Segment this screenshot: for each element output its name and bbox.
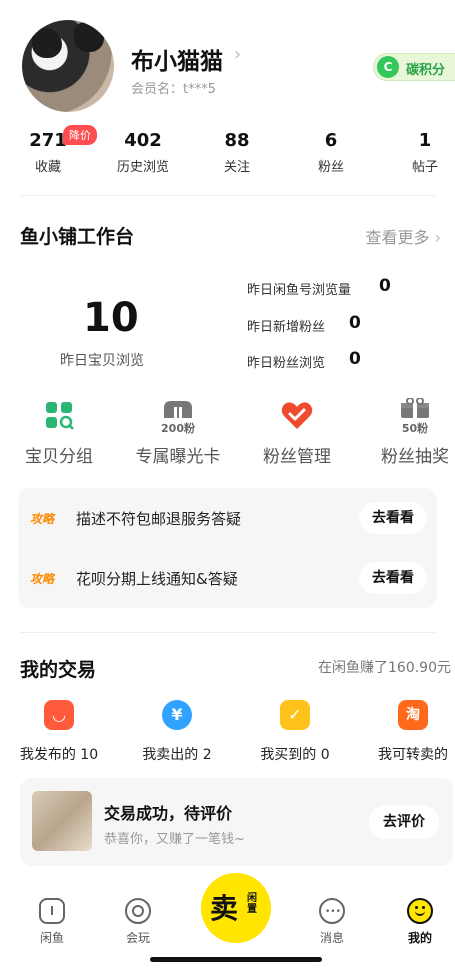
- tip-view-button[interactable]: 去看看: [359, 562, 427, 594]
- metric-value: 0: [349, 349, 361, 369]
- grid-search-icon: [4, 398, 114, 432]
- play-icon: [125, 898, 151, 924]
- metric-value: 0: [349, 313, 361, 333]
- stat-value: 88: [224, 130, 250, 151]
- divider: [20, 632, 435, 633]
- exposure-card-icon: 200粉: [123, 398, 233, 435]
- tool-tag: 50粉: [401, 422, 429, 435]
- tab-label: 消息: [319, 931, 344, 945]
- stat-label: 帖子: [411, 160, 438, 175]
- chevron-right-icon: ›: [434, 228, 441, 247]
- message-icon: •••: [319, 898, 345, 924]
- tool-item-exposure-card[interactable]: 200粉 专属曝光卡: [123, 398, 233, 467]
- stat-label: 粉丝: [317, 160, 344, 175]
- member-name: 会员名：t***5: [131, 82, 216, 97]
- me-icon: [407, 898, 433, 924]
- avatar[interactable]: [22, 20, 114, 112]
- chevron-right-icon[interactable]: ›: [234, 44, 241, 65]
- trade-label: 我可转卖的: [378, 747, 448, 763]
- divider: [20, 195, 435, 196]
- trade-item-published[interactable]: ◡ 我发布的 10: [4, 700, 114, 764]
- avatar-cat-ear: [74, 22, 104, 52]
- stat-value: 402: [124, 130, 162, 151]
- earned-amount: 在闲鱼赚了160.90元: [318, 660, 451, 676]
- stat-value: 1: [418, 130, 432, 151]
- carbon-points-button[interactable]: C 碳积分: [373, 53, 455, 81]
- carbon-icon: C: [377, 56, 399, 78]
- tool-item-fan-lottery[interactable]: 50粉 粉丝抽奖: [360, 398, 455, 467]
- tool-item-grouping[interactable]: 宝贝分组: [4, 398, 114, 467]
- tool-item-fan-management[interactable]: 粉丝管理: [242, 398, 352, 467]
- trade-item-sold[interactable]: ¥ 我卖出的 2: [122, 700, 232, 764]
- tip-row[interactable]: 攻略 描述不符包邮退服务答疑 去看看: [18, 488, 437, 548]
- profile-name[interactable]: 布小猫猫: [131, 42, 223, 76]
- carbon-points-label: 碳积分: [406, 63, 446, 78]
- stat-label: 收藏: [34, 160, 61, 175]
- tab-messages[interactable]: ••• 消息: [302, 898, 362, 946]
- tab-label: 闲鱼: [39, 931, 64, 945]
- tab-me[interactable]: 我的: [390, 898, 450, 946]
- tip-row[interactable]: 攻略 花呗分期上线通知&答疑 去看看: [18, 548, 437, 608]
- metric-label: 昨日新增粉丝: [247, 320, 326, 335]
- trade-label: 我卖出的 2: [142, 747, 212, 763]
- tab-label: 会玩: [125, 931, 150, 945]
- trade-shortcuts: ◡ 我发布的 10 ¥ 我卖出的 2 ✓ 我买到的 0 淘 我可转卖的: [0, 700, 455, 770]
- tip-text: 描述不符包邮退服务答疑: [76, 510, 242, 528]
- price-drop-badge: 降价: [63, 125, 97, 145]
- stat-label: 历史浏览: [116, 160, 169, 175]
- review-title: 交易成功，待评价: [104, 804, 233, 823]
- stat-followers[interactable]: 6 粉丝: [291, 130, 371, 175]
- tool-label: 宝贝分组: [25, 447, 93, 467]
- trade-label: 我发布的 10: [19, 747, 99, 763]
- tip-view-button[interactable]: 去看看: [359, 502, 427, 534]
- tab-play[interactable]: 会玩: [108, 898, 168, 946]
- sell-label: 卖: [210, 892, 239, 925]
- avatar-cat-ear: [32, 28, 62, 58]
- bag-icon: ◡: [44, 700, 74, 730]
- heart-check-icon: [242, 398, 352, 432]
- home-icon: [39, 898, 65, 924]
- gift-icon: 50粉: [360, 398, 455, 435]
- tool-tag: 200粉: [161, 422, 195, 435]
- sell-button[interactable]: 卖 闲置: [201, 873, 271, 943]
- tool-label: 粉丝管理: [263, 447, 331, 467]
- trade-label: 我买到的 0: [260, 747, 330, 763]
- stat-posts[interactable]: 1 帖子: [385, 130, 455, 175]
- review-card[interactable]: 交易成功，待评价 恭喜你，又赚了一笔钱~ 去评价: [20, 778, 453, 866]
- review-subtitle: 恭喜你，又赚了一笔钱~: [104, 832, 245, 847]
- trades-title: 我的交易: [20, 659, 97, 681]
- tool-label: 粉丝抽奖: [381, 447, 449, 467]
- metric-label: 昨日粉丝浏览: [247, 356, 326, 371]
- views-label: 昨日宝贝浏览: [60, 353, 144, 369]
- tab-home[interactable]: 闲鱼: [22, 898, 82, 946]
- stat-label: 关注: [223, 160, 250, 175]
- see-more-link[interactable]: 查看更多 ›: [365, 224, 441, 248]
- sell-sub-label: 闲置: [247, 893, 257, 915]
- taobao-icon: 淘: [398, 700, 428, 730]
- see-more-label: 查看更多: [365, 228, 430, 247]
- product-thumbnail: [32, 791, 92, 851]
- tip-text: 花呗分期上线通知&答疑: [76, 570, 238, 588]
- tip-tag: 攻略: [30, 512, 55, 526]
- views-value: 10: [83, 295, 139, 341]
- tips-card: 攻略 描述不符包邮退服务答疑 去看看 攻略 花呗分期上线通知&答疑 去看看: [18, 488, 437, 608]
- home-indicator: [150, 957, 322, 962]
- tab-label: 我的: [407, 931, 432, 945]
- metric-label: 昨日闲鱼号浏览量: [247, 283, 352, 298]
- tip-tag: 攻略: [30, 572, 55, 586]
- workbench-title: 鱼小铺工作台: [20, 226, 135, 248]
- metric-value: 0: [379, 276, 391, 296]
- stat-value: 6: [324, 130, 338, 151]
- workbench-tools: 宝贝分组 200粉 专属曝光卡 粉丝管理 50粉 粉丝抽奖: [0, 398, 455, 473]
- review-button[interactable]: 去评价: [369, 805, 439, 839]
- stat-history[interactable]: 402 历史浏览: [103, 130, 183, 175]
- trade-item-bought[interactable]: ✓ 我买到的 0: [240, 700, 350, 764]
- tool-label: 专属曝光卡: [135, 447, 221, 467]
- checklist-icon: ✓: [280, 700, 310, 730]
- yen-icon: ¥: [162, 700, 192, 730]
- profile-header: 布小猫猫 › 会员名：t***5 C 碳积分: [0, 0, 455, 125]
- stat-following[interactable]: 88 关注: [197, 130, 277, 175]
- trade-item-resell[interactable]: 淘 我可转卖的: [358, 700, 455, 764]
